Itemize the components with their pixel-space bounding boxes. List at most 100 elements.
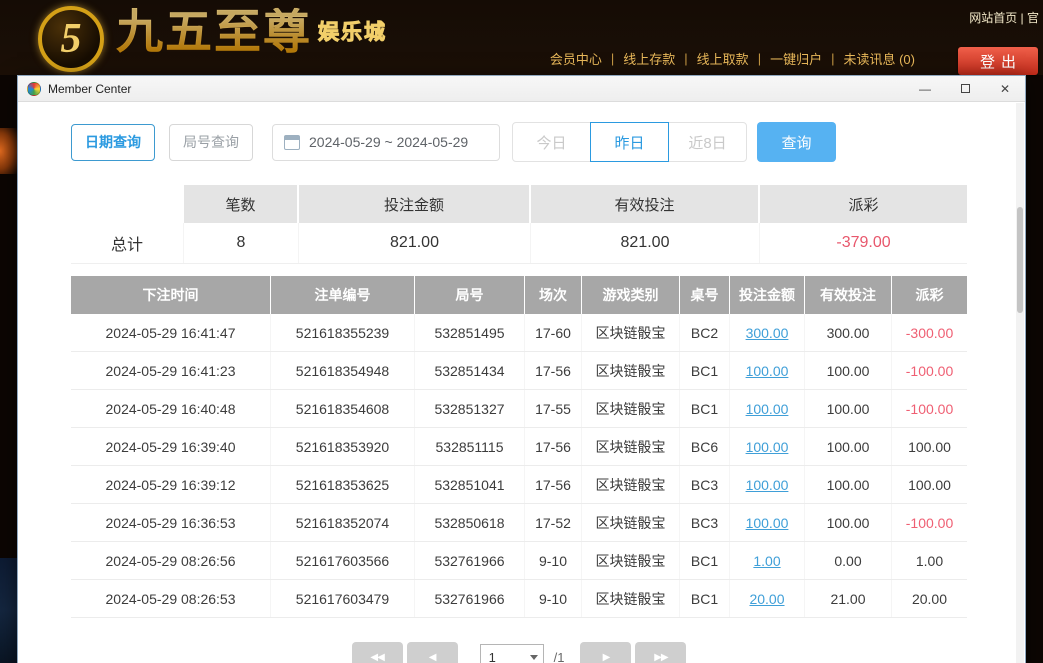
table-number-cell: BC1 bbox=[680, 390, 730, 427]
nav-separator: | bbox=[831, 51, 834, 66]
order-number-cell: 521618353920 bbox=[271, 428, 415, 465]
table-row: 2024-05-29 16:39:40521618353920532851115… bbox=[71, 428, 967, 466]
nav-link[interactable]: 会员中心 bbox=[550, 49, 602, 68]
logo-name: 九五至尊 bbox=[116, 8, 312, 60]
table-row: 2024-05-29 16:36:53521618352074532850618… bbox=[71, 504, 967, 542]
maximize-icon bbox=[961, 84, 970, 93]
logout-button[interactable]: 登出 bbox=[958, 47, 1038, 75]
bet-table-header-cell: 投注金额 bbox=[730, 276, 805, 314]
nav-link[interactable]: 线上存款 bbox=[623, 49, 675, 68]
query-button[interactable]: 查询 bbox=[757, 122, 836, 162]
page-select-value: 1 bbox=[489, 650, 496, 663]
summary-total-label: 总计 bbox=[71, 223, 184, 263]
bet-amount-cell[interactable]: 100.00 bbox=[730, 504, 805, 541]
filter-bar: 日期查询 局号查询 2024-05-29 ~ 2024-05-29 今日 昨日 … bbox=[71, 122, 1025, 162]
today-button[interactable]: 今日 bbox=[512, 122, 591, 162]
window-title: Member Center bbox=[48, 82, 131, 96]
nav-link[interactable]: 一键归户 bbox=[770, 49, 822, 68]
yesterday-button[interactable]: 昨日 bbox=[590, 122, 669, 162]
summary-valid-bet: 821.00 bbox=[531, 223, 760, 263]
site-logo: 5 九五至尊 娱乐城 bbox=[38, 6, 387, 72]
bet-time-cell: 2024-05-29 16:41:47 bbox=[71, 314, 271, 351]
topbar-links[interactable]: 网站首页 | 官 bbox=[969, 9, 1039, 26]
nav-separator: | bbox=[758, 51, 761, 66]
bet-time-cell: 2024-05-29 16:41:23 bbox=[71, 352, 271, 389]
game-type-cell: 区块链骰宝 bbox=[582, 352, 680, 389]
bet-amount-cell[interactable]: 1.00 bbox=[730, 542, 805, 579]
calendar-icon bbox=[284, 135, 300, 150]
table-row: 2024-05-29 08:26:56521617603566532761966… bbox=[71, 542, 967, 580]
app-icon bbox=[27, 82, 41, 96]
minimize-button[interactable]: — bbox=[905, 76, 945, 101]
table-row: 2024-05-29 16:41:23521618354948532851434… bbox=[71, 352, 967, 390]
scrollbar-thumb[interactable] bbox=[1017, 207, 1023, 313]
bet-time-cell: 2024-05-29 16:40:48 bbox=[71, 390, 271, 427]
nav-link[interactable]: 线上取款 bbox=[697, 49, 749, 68]
maximize-button[interactable] bbox=[945, 76, 985, 101]
order-number-cell: 521618353625 bbox=[271, 466, 415, 503]
bet-amount-cell[interactable]: 100.00 bbox=[730, 466, 805, 503]
nav-link[interactable]: 未读讯息 (0) bbox=[843, 49, 915, 68]
game-type-cell: 区块链骰宝 bbox=[582, 504, 680, 541]
payout-cell: 1.00 bbox=[892, 542, 967, 579]
payout-cell: -100.00 bbox=[892, 390, 967, 427]
last-page-button[interactable]: ▶▶ bbox=[635, 642, 686, 663]
table-number-cell: BC1 bbox=[680, 352, 730, 389]
tab-round-query[interactable]: 局号查询 bbox=[169, 124, 253, 161]
order-number-cell: 521617603566 bbox=[271, 542, 415, 579]
bet-amount-cell[interactable]: 100.00 bbox=[730, 390, 805, 427]
table-number-cell: BC2 bbox=[680, 314, 730, 351]
session-cell: 17-52 bbox=[525, 504, 582, 541]
tab-date-query[interactable]: 日期查询 bbox=[71, 124, 155, 161]
session-cell: 17-56 bbox=[525, 352, 582, 389]
session-cell: 17-55 bbox=[525, 390, 582, 427]
payout-cell: -100.00 bbox=[892, 352, 967, 389]
round-number-cell: 532851434 bbox=[415, 352, 525, 389]
round-number-cell: 532850618 bbox=[415, 504, 525, 541]
bet-time-cell: 2024-05-29 16:39:40 bbox=[71, 428, 271, 465]
quick-date-segment: 今日 昨日 近8日 bbox=[512, 122, 747, 162]
next-page-button[interactable]: ▶ bbox=[580, 642, 631, 663]
bet-amount-cell[interactable]: 20.00 bbox=[730, 580, 805, 617]
round-number-cell: 532851115 bbox=[415, 428, 525, 465]
summary-header-cell: 有效投注 bbox=[531, 185, 760, 223]
valid-bet-cell: 100.00 bbox=[805, 504, 892, 541]
bet-table-header-cell: 场次 bbox=[525, 276, 582, 314]
bet-table-header-cell: 派彩 bbox=[892, 276, 967, 314]
background-fragment-blue bbox=[0, 558, 17, 663]
bet-table-header-cell: 注单编号 bbox=[271, 276, 415, 314]
session-cell: 9-10 bbox=[525, 580, 582, 617]
round-number-cell: 532761966 bbox=[415, 542, 525, 579]
table-number-cell: BC3 bbox=[680, 466, 730, 503]
bet-table-header-cell: 有效投注 bbox=[805, 276, 892, 314]
session-cell: 9-10 bbox=[525, 542, 582, 579]
chevron-down-icon bbox=[530, 655, 538, 660]
round-number-cell: 532851327 bbox=[415, 390, 525, 427]
summary-header-cell: 派彩 bbox=[760, 185, 967, 223]
bet-table-header-cell: 下注时间 bbox=[71, 276, 271, 314]
table-row: 2024-05-29 16:41:47521618355239532851495… bbox=[71, 314, 967, 352]
close-button[interactable]: ✕ bbox=[985, 76, 1025, 101]
background-fragment-orange bbox=[0, 128, 17, 174]
summary-count: 8 bbox=[184, 223, 299, 263]
order-number-cell: 521617603479 bbox=[271, 580, 415, 617]
bet-time-cell: 2024-05-29 08:26:53 bbox=[71, 580, 271, 617]
bet-amount-cell[interactable]: 100.00 bbox=[730, 352, 805, 389]
first-page-button[interactable]: ◀◀ bbox=[352, 642, 403, 663]
date-range-input[interactable]: 2024-05-29 ~ 2024-05-29 bbox=[272, 124, 500, 161]
bet-record-table: 下注时间注单编号局号场次游戏类别桌号投注金额有效投注派彩 2024-05-29 … bbox=[71, 276, 967, 618]
prev-page-button[interactable]: ◀ bbox=[407, 642, 458, 663]
window-titlebar[interactable]: Member Center — ✕ bbox=[18, 76, 1025, 102]
window-scrollbar[interactable] bbox=[1016, 103, 1024, 663]
table-row: 2024-05-29 16:39:12521618353625532851041… bbox=[71, 466, 967, 504]
bet-table-header-cell: 游戏类别 bbox=[582, 276, 680, 314]
bet-amount-cell[interactable]: 100.00 bbox=[730, 428, 805, 465]
member-center-window: Member Center — ✕ 日期查询 局号查询 2024-05-29 ~… bbox=[17, 75, 1026, 663]
bet-table-body: 2024-05-29 16:41:47521618355239532851495… bbox=[71, 314, 967, 618]
order-number-cell: 521618355239 bbox=[271, 314, 415, 351]
order-number-cell: 521618354608 bbox=[271, 390, 415, 427]
summary-table: 笔数投注金额有效投注派彩 总计 8 821.00 821.00 -379.00 bbox=[71, 185, 967, 264]
bet-amount-cell[interactable]: 300.00 bbox=[730, 314, 805, 351]
page-select[interactable]: 1 bbox=[480, 644, 544, 663]
last8days-button[interactable]: 近8日 bbox=[668, 122, 747, 162]
